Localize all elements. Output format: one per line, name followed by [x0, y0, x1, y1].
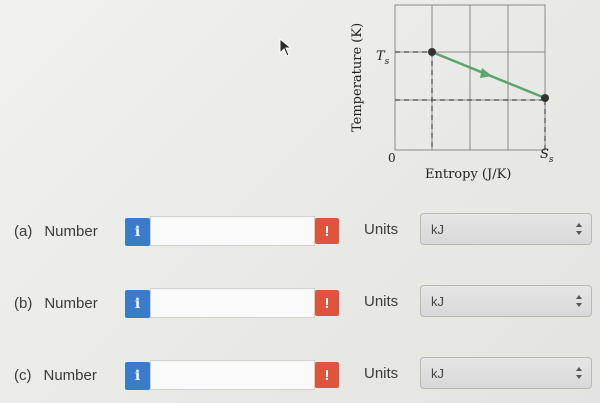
units-value-b: kJ: [431, 294, 444, 309]
units-label-a: Units: [364, 221, 399, 238]
warning-icon[interactable]: !: [315, 362, 339, 388]
number-label-c: Number: [43, 367, 97, 384]
row-letter-b: (b): [14, 295, 33, 312]
units-select-a[interactable]: kJ: [420, 213, 592, 245]
x-axis-label: Entropy (J/K): [425, 167, 511, 182]
ts-diagram-svg: Ts 0 Ss Entropy (J/K) Temperature (K): [350, 4, 554, 182]
select-arrows-icon: [576, 295, 582, 307]
state-point-2: [541, 94, 549, 102]
temperature-entropy-diagram: Ts 0 Ss Entropy (J/K) Temperature (K): [340, 0, 600, 200]
number-label-a: Number: [44, 223, 98, 240]
number-label-b: Number: [44, 295, 98, 312]
units-label-b: Units: [364, 293, 399, 310]
y-marker-label: Ts: [376, 49, 390, 67]
select-arrows-icon: [576, 223, 582, 235]
cursor-arrow-icon: [279, 37, 293, 57]
warning-icon[interactable]: !: [315, 290, 339, 316]
row-letter-c: (c): [14, 367, 32, 384]
info-icon[interactable]: i: [125, 362, 150, 390]
info-icon[interactable]: i: [125, 218, 150, 246]
number-input-b[interactable]: [150, 288, 315, 318]
answer-row-c: (c) Number i ! Units kJ: [0, 357, 600, 397]
y-axis-label: Temperature (K): [350, 23, 365, 132]
units-value-a: kJ: [431, 222, 444, 237]
state-point-1: [428, 48, 436, 56]
number-input-a[interactable]: [150, 216, 315, 246]
answer-row-a: (a) Number i ! Units kJ: [0, 213, 600, 253]
row-letter-a: (a): [14, 223, 33, 240]
row-label-c: (c) Number: [14, 367, 97, 384]
x-marker-label: Ss: [540, 147, 554, 165]
row-label-b: (b) Number: [14, 295, 98, 312]
select-arrows-icon: [576, 367, 582, 379]
units-value-c: kJ: [431, 366, 444, 381]
units-label-c: Units: [364, 365, 399, 382]
number-input-c[interactable]: [150, 360, 315, 390]
units-select-c[interactable]: kJ: [420, 357, 592, 389]
answer-row-b: (b) Number i ! Units kJ: [0, 285, 600, 325]
units-select-b[interactable]: kJ: [420, 285, 592, 317]
diagram-grid: [394, 4, 546, 151]
row-label-a: (a) Number: [14, 223, 98, 240]
info-icon[interactable]: i: [125, 290, 150, 318]
origin-label: 0: [388, 151, 396, 165]
warning-icon[interactable]: !: [315, 218, 339, 244]
